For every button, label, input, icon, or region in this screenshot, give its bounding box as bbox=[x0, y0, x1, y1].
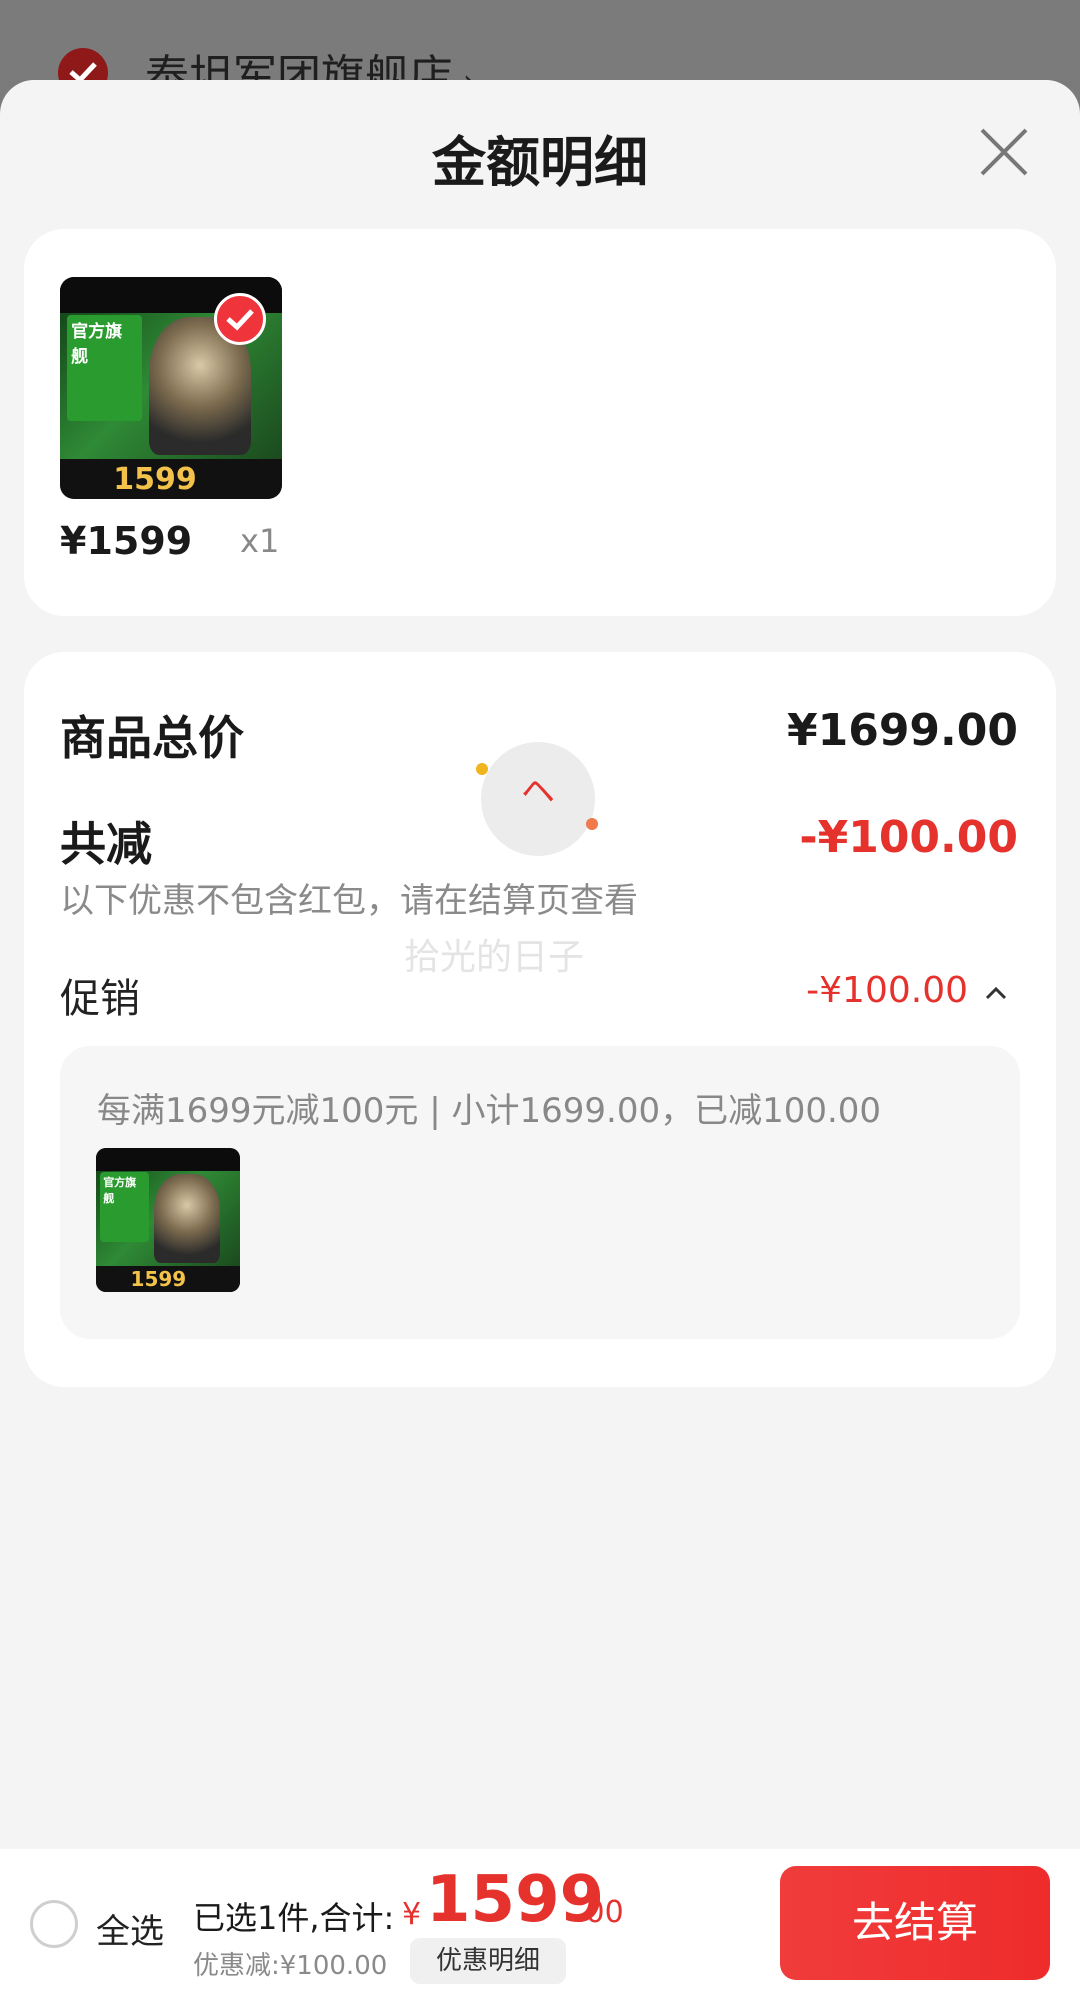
close-icon[interactable] bbox=[978, 126, 1030, 178]
selected-count-text: 已选1件,合计: bbox=[193, 1899, 395, 1937]
product-quantity: x1 bbox=[240, 522, 280, 560]
discount-detail-button[interactable]: 优惠明细 bbox=[410, 1938, 566, 1984]
sheet-title: 金额明细 bbox=[432, 131, 648, 194]
chevron-up-icon[interactable] bbox=[985, 985, 1007, 1000]
promotion-value[interactable]: -¥100.00 bbox=[806, 970, 968, 1011]
loading-spinner: ヘ bbox=[481, 742, 595, 856]
discount-text: 优惠减:¥100.00 bbox=[193, 1951, 388, 1981]
currency-symbol: ¥ bbox=[402, 1897, 422, 1932]
checkout-button[interactable]: 去结算 bbox=[780, 1866, 1050, 1980]
watermark: 拾光的日子 bbox=[404, 937, 585, 978]
product-price: ¥1599 bbox=[60, 519, 193, 563]
loading-dot bbox=[586, 818, 598, 830]
selected-check-icon bbox=[214, 293, 266, 345]
promotion-rule: 每满1699元减100元 | 小计1699.00，已减100.00 bbox=[97, 1091, 882, 1131]
promotion-label: 促销 bbox=[60, 976, 140, 1022]
promotion-product-thumbnail[interactable]: 官方旗舰 1599 bbox=[96, 1148, 240, 1292]
total-price-label: 商品总价 bbox=[60, 711, 244, 765]
total-amount-decimal: .00 bbox=[576, 1895, 624, 1930]
select-all-label[interactable]: 全选 bbox=[96, 1904, 164, 1953]
reduce-value: -¥100.00 bbox=[799, 812, 1018, 863]
reduce-note: 以下优惠不包含红包，请在结算页查看 bbox=[60, 881, 638, 921]
reduce-label: 共减 bbox=[60, 817, 152, 871]
loading-dot bbox=[476, 763, 488, 775]
radio-icon[interactable] bbox=[30, 1900, 78, 1948]
total-price-value: ¥1699.00 bbox=[786, 705, 1018, 756]
